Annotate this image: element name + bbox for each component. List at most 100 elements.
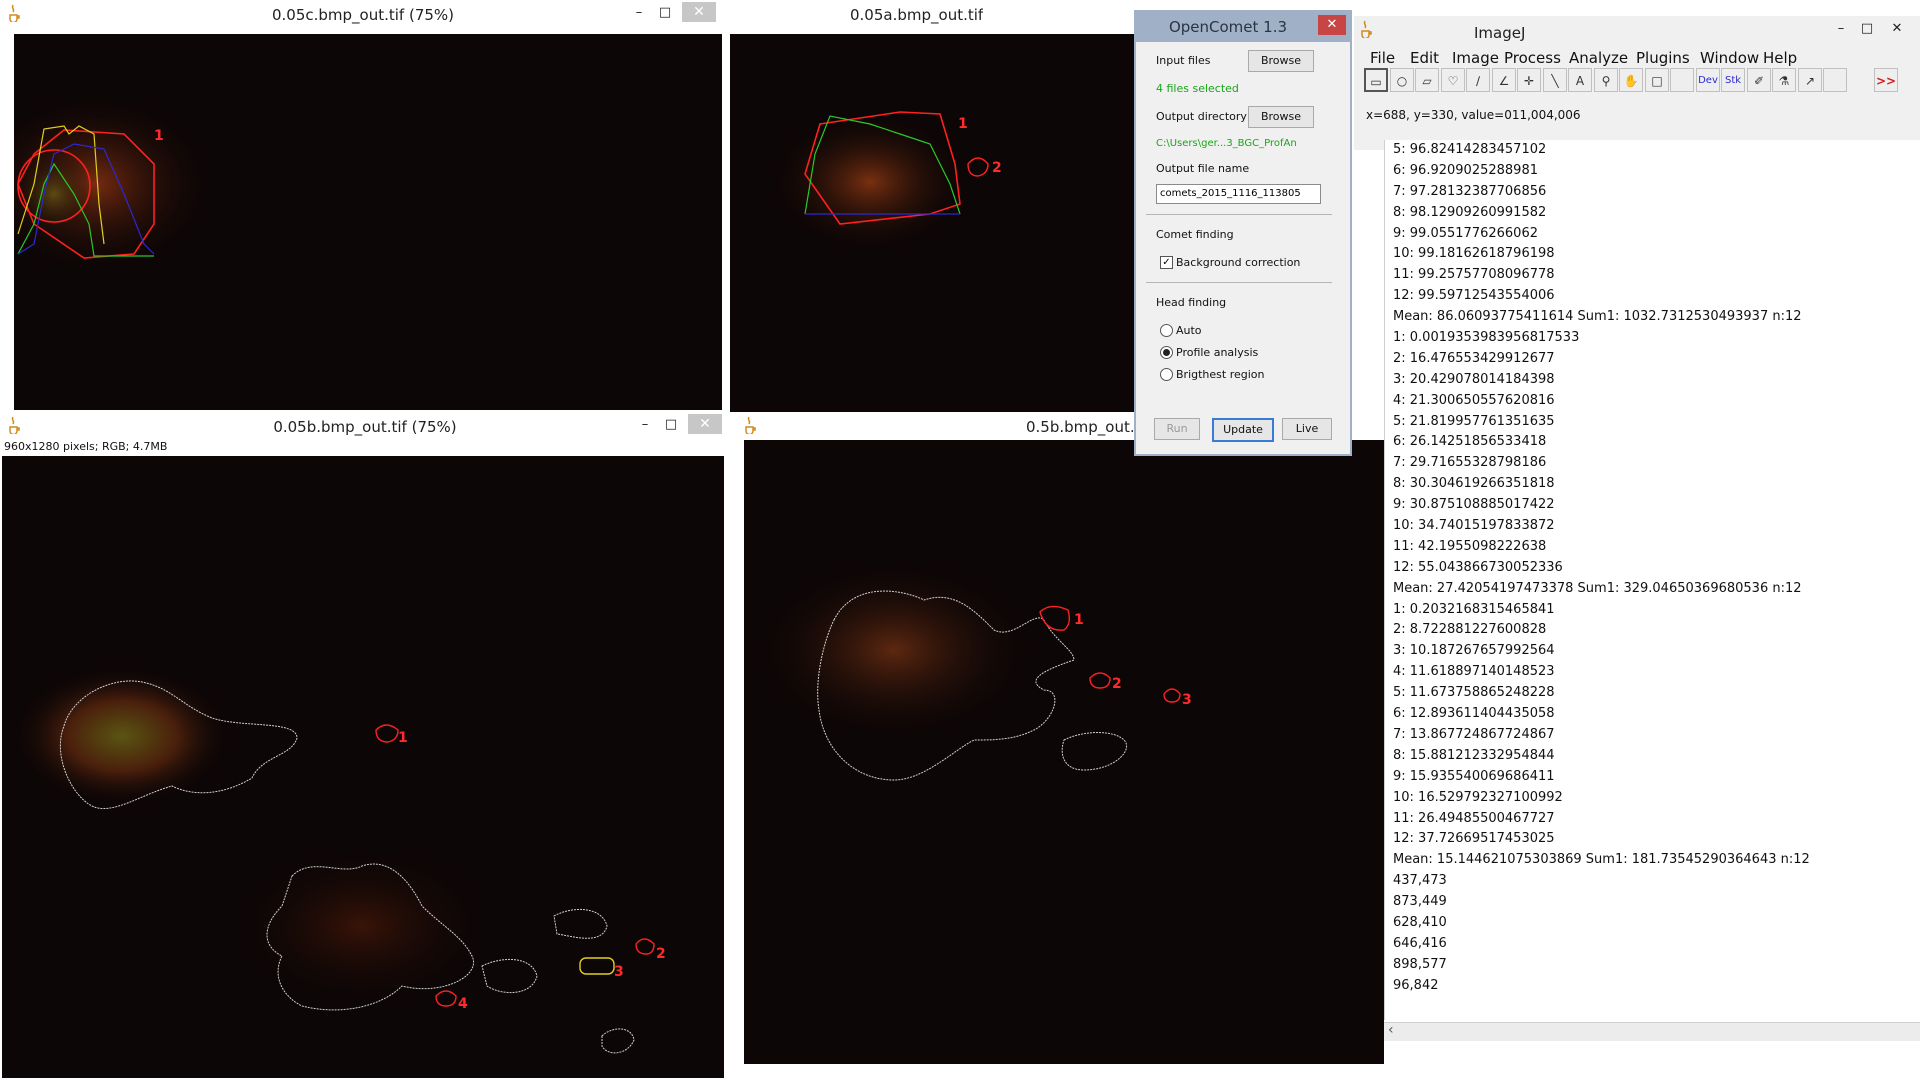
horizontal-scrollbar[interactable]: ‹ [1384,1022,1920,1041]
stk-tool-icon[interactable]: Stk [1721,68,1745,92]
log-line: 12: 37.72669517453025 [1393,831,1555,847]
menu-analyze[interactable]: Analyze [1569,49,1628,67]
close-button[interactable]: ✕ [1884,19,1910,39]
flood-fill-tool-icon[interactable]: ⚗ [1772,68,1796,92]
log-line: Mean: 15.144621075303869 Sum1: 181.73545… [1393,852,1810,868]
update-button[interactable]: Update [1212,418,1274,442]
image-window-0-05b[interactable]: 0.05b.bmp_out.tif (75%) – □ ✕ 960x1280 p… [0,412,730,1080]
imagej-window[interactable]: ImageJ – □ ✕ File Edit Image Process Ana… [1354,16,1920,150]
dev-tool-icon[interactable]: Dev [1696,68,1720,92]
scroll-left-arrow[interactable]: ‹ [1388,1022,1394,1038]
menu-file[interactable]: File [1370,49,1395,67]
minimize-button[interactable]: – [632,415,658,435]
menu-help[interactable]: Help [1763,49,1797,67]
minimize-button[interactable]: – [626,3,652,23]
hand-tool-icon[interactable]: ✋ [1619,68,1643,92]
image-canvas[interactable]: 1 [14,34,722,410]
background-correction-label: Background correction [1176,256,1301,269]
comet-label: 1 [958,116,968,132]
menu-plugins[interactable]: Plugins [1636,49,1690,67]
close-button[interactable]: ✕ [682,2,716,22]
window-title: 0.05a.bmp_out.tif [850,6,984,24]
comet-label: 1 [398,730,408,746]
java-icon [745,416,756,434]
run-button[interactable]: Run [1154,418,1200,440]
status-bar: x=688, y=330, value=011,004,006 [1366,108,1581,122]
log-line: 4: 11.618897140148523 [1393,664,1555,680]
log-line: 11: 42.1955098222638 [1393,538,1547,554]
comet-overlay: 1 2 [770,111,1002,252]
maximize-button[interactable]: □ [658,415,684,435]
color-picker-icon[interactable]: □ [1645,68,1669,92]
menu-process[interactable]: Process [1504,49,1561,67]
blank-tool-slot[interactable] [1670,68,1694,92]
brightest-region-radio[interactable] [1160,368,1173,381]
log-window[interactable]: 5: 96.82414283457102 6: 96.9209025288981 7… [1384,140,1920,1020]
comet-glow [12,666,232,806]
auto-radio[interactable] [1160,324,1173,337]
magnifier-tool-icon[interactable]: ⚲ [1594,68,1618,92]
input-browse-button[interactable]: Browse [1248,50,1314,72]
log-line: 96,842 [1393,977,1439,993]
output-directory-value: C:\Users\ger...3_BGC_ProfAn [1156,138,1297,149]
comet-outline [1039,605,1071,631]
dialog-titlebar[interactable]: OpenComet 1.3 ✕ [1136,12,1350,42]
blank-tool-slot[interactable] [1823,68,1847,92]
rectangle-tool-icon[interactable]: ▭ [1364,68,1388,92]
log-line: 2: 8.722881227600828 [1393,622,1547,638]
close-button[interactable]: ✕ [688,414,722,434]
log-line: 10: 16.529792327100992 [1393,789,1563,805]
opencomet-dialog[interactable]: OpenComet 1.3 ✕ Input files Browse 4 fil… [1134,10,1352,456]
menu-window[interactable]: Window [1700,49,1759,67]
close-button[interactable]: ✕ [1318,15,1346,35]
window-titlebar[interactable]: 0.05c.bmp_out.tif (75%) – □ ✕ [0,0,726,28]
background-correction-checkbox[interactable]: ✓ [1160,256,1173,269]
image-canvas[interactable]: 1 2 [730,34,1136,412]
log-line: Mean: 86.06093775411614 Sum1: 1032.73125… [1393,309,1802,325]
oval-tool-icon[interactable]: ○ [1390,68,1414,92]
brush-tool-icon[interactable]: ✐ [1747,68,1771,92]
image-info: 960x1280 pixels; RGB; 4.7MB [4,440,168,453]
text-tool-icon[interactable]: A [1568,68,1592,92]
wand-tool-icon[interactable]: ╲ [1543,68,1567,92]
line-tool-icon[interactable]: ∕ [1466,68,1490,92]
divider [1146,282,1332,283]
maximize-button[interactable]: □ [1854,19,1880,39]
image-window-0-05c[interactable]: 0.05c.bmp_out.tif (75%) – □ ✕ 1 [0,0,726,412]
image-canvas[interactable]: 1 2 3 [744,440,1384,1064]
arrow-tool-icon[interactable]: ↗ [1798,68,1822,92]
image-canvas[interactable]: 1 2 3 4 [2,456,724,1078]
window-titlebar[interactable]: 0.05b.bmp_out.tif (75%) – □ ✕ [0,412,730,440]
output-browse-button[interactable]: Browse [1248,106,1314,128]
small-comet [1163,688,1181,703]
polygon-tool-icon[interactable]: ▱ [1415,68,1439,92]
menu-image[interactable]: Image [1452,49,1499,67]
output-file-name-field[interactable]: comets_2015_1116_113805 [1156,184,1321,204]
log-line: 1: 0.2032168315465841 [1393,601,1555,617]
comet-label: 3 [1182,692,1192,708]
small-comet [967,157,989,177]
more-tools-icon[interactable]: >> [1874,68,1898,92]
small-comet [375,724,399,743]
angle-tool-icon[interactable]: ∠ [1492,68,1516,92]
log-line: 9: 99.0551776266062 [1393,225,1538,241]
menu-edit[interactable]: Edit [1410,49,1439,67]
live-button[interactable]: Live [1282,418,1332,440]
comet-overlay: 1 2 3 [754,560,1192,781]
minimize-button[interactable]: – [1828,19,1854,39]
log-line: 6: 26.14251856533418 [1393,434,1547,450]
maximize-button[interactable]: □ [652,3,678,23]
image-window-0-05a[interactable]: 0.05a.bmp_out.tif 1 2 [730,0,1140,412]
log-line: 8: 30.304619266351818 [1393,476,1555,492]
files-selected-text: 4 files selected [1156,82,1239,95]
log-line: 1: 0.0019353983956817533 [1393,330,1580,346]
image-window-0-5b[interactable]: 0.5b.bmp_out.tif 1 2 3 [736,412,1384,1080]
window-titlebar[interactable]: 0.05a.bmp_out.tif [730,0,1140,28]
comet-finding-heading: Comet finding [1156,228,1234,241]
profile-analysis-radio[interactable] [1160,346,1173,359]
freehand-tool-icon[interactable]: ♡ [1441,68,1465,92]
window-title: 0.05b.bmp_out.tif (75%) [273,418,457,436]
comet-label: 4 [458,996,468,1012]
log-line: 3: 10.187267657992564 [1393,643,1555,659]
point-tool-icon[interactable]: ✛ [1517,68,1541,92]
